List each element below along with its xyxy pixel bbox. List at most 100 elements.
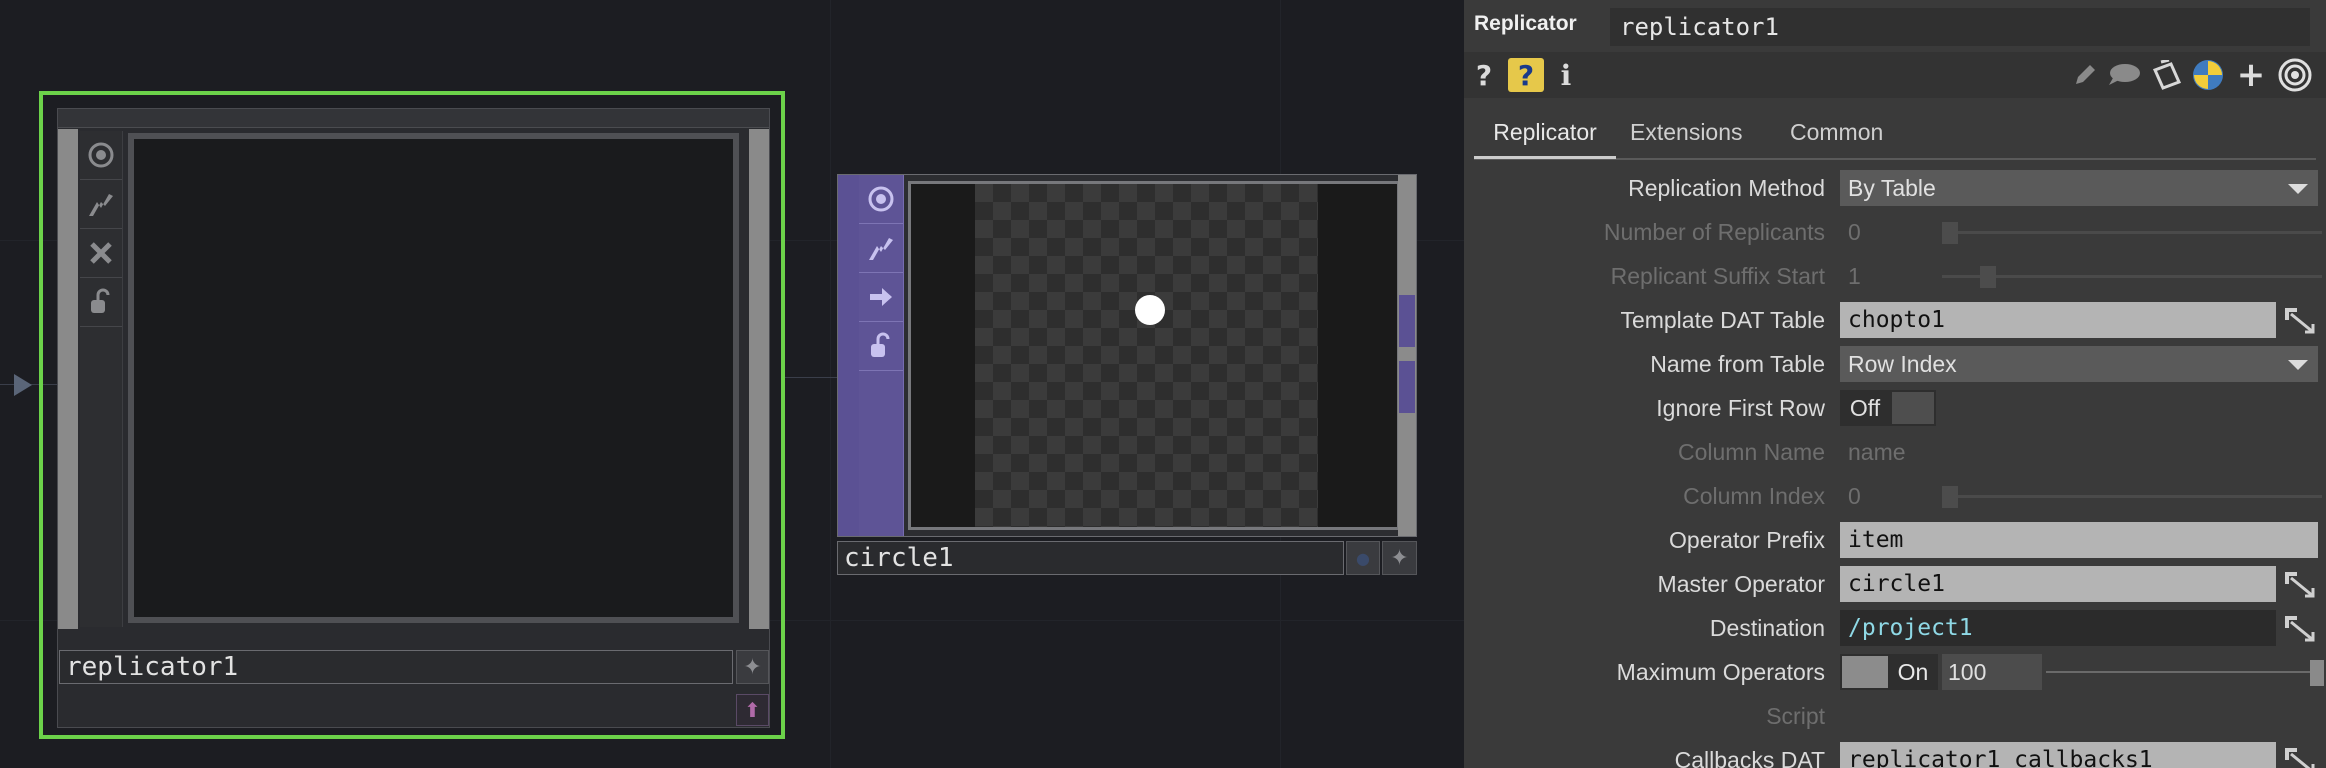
number-of-replicants-field[interactable]: 0 (1840, 214, 1861, 250)
viewer-icon[interactable] (859, 175, 903, 224)
param-master-operator: Master Operator circle1 (1464, 562, 2326, 606)
column-name-field[interactable]: name (1840, 434, 1906, 470)
grid-line (830, 0, 831, 768)
param-replication-method: Replication Method By Table (1464, 166, 2326, 210)
operator-picker-icon[interactable] (2280, 568, 2320, 602)
add-icon[interactable]: + (2236, 55, 2266, 95)
tab-common[interactable]: Common (1790, 112, 1883, 156)
python-icon[interactable] (2190, 58, 2226, 92)
param-label: Number of Replicants (1603, 219, 1825, 245)
param-name-from-table: Name from Table Row Index (1464, 342, 2326, 386)
dot-icon: ● (1356, 548, 1370, 568)
viewer-icon[interactable] (80, 131, 122, 180)
param-number-of-replicants: Number of Replicants 0 (1464, 210, 2326, 254)
transparency-checkerboard (975, 184, 1318, 527)
tab-extensions[interactable]: Extensions (1630, 112, 1743, 156)
info-icon[interactable]: i (1556, 58, 1576, 92)
node-input-bar[interactable] (58, 129, 78, 629)
param-template-dat-table: Template DAT Table chopto1 (1464, 298, 2326, 342)
operator-picker-icon[interactable] (2280, 744, 2320, 768)
param-script: Script (1464, 694, 2326, 738)
node-input-bar[interactable] (838, 175, 859, 536)
output-connector[interactable] (1399, 295, 1415, 347)
tab-replicator[interactable]: Replicator (1474, 112, 1616, 159)
replicator-node[interactable]: replicator1 ✦ ⬆ (57, 108, 770, 728)
viewer-target-icon[interactable] (2276, 58, 2314, 92)
input-arrow-icon[interactable] (14, 374, 32, 396)
ignore-first-row-toggle[interactable]: Off (1840, 390, 1936, 426)
help-icon[interactable]: ? (1472, 58, 1496, 92)
node-title-bar[interactable] (58, 109, 769, 128)
master-operator-field[interactable]: circle1 (1840, 566, 2276, 602)
suffix-start-field[interactable]: 1 (1840, 258, 1861, 294)
node-flag-column (80, 131, 123, 627)
python-help-icon[interactable]: ? (1508, 58, 1544, 92)
slider-thumb[interactable] (2310, 660, 2324, 686)
comment-icon[interactable] (2104, 58, 2144, 92)
param-label: Maximum Operators (1616, 659, 1825, 685)
slider-thumb[interactable] (1942, 222, 1958, 244)
slider-track[interactable] (1942, 495, 2322, 498)
param-label: Replication Method (1628, 175, 1825, 201)
operator-picker-icon[interactable] (2280, 612, 2320, 646)
chevron-down-icon (2288, 360, 2308, 370)
bypass-icon[interactable] (80, 229, 122, 278)
cook-icon[interactable] (80, 180, 122, 229)
slider-thumb[interactable] (1980, 266, 1996, 288)
circle-node[interactable] (837, 174, 1417, 537)
node-name-field[interactable]: circle1 (837, 541, 1344, 575)
param-label: Script (1766, 703, 1825, 729)
chevron-down-icon (2288, 184, 2308, 194)
edit-icon[interactable] (2068, 58, 2102, 92)
operator-prefix-field[interactable]: item (1840, 522, 2318, 558)
param-label: Operator Prefix (1669, 527, 1825, 553)
node-viewer[interactable] (908, 181, 1400, 530)
param-label: Template DAT Table (1620, 307, 1825, 333)
star-icon: ✦ (1390, 545, 1409, 571)
export-icon[interactable] (859, 273, 903, 322)
maximum-operators-toggle[interactable]: On (1840, 654, 1938, 690)
slider-track[interactable] (1942, 231, 2322, 234)
param-column-index: Column Index 0 (1464, 474, 2326, 518)
clone-icon[interactable] (2148, 58, 2186, 92)
param-operator-prefix: Operator Prefix item (1464, 518, 2326, 562)
node-pin-button[interactable]: ✦ (1382, 541, 1417, 575)
name-from-table-menu[interactable]: Row Index (1840, 346, 2318, 382)
param-destination: Destination /project1 (1464, 606, 2326, 650)
output-connector[interactable] (1399, 361, 1415, 413)
template-dat-field[interactable]: chopto1 (1840, 302, 2276, 338)
slider-track[interactable] (1942, 275, 2322, 278)
node-viewer[interactable] (128, 133, 739, 623)
cook-icon[interactable] (859, 224, 903, 273)
maximum-operators-value[interactable]: 100 (1942, 654, 2042, 690)
operator-name-field[interactable]: replicator1 (1610, 8, 2310, 46)
column-index-field[interactable]: 0 (1840, 478, 1861, 514)
node-output-bar[interactable] (1398, 175, 1416, 536)
node-pin-button[interactable]: ✦ (736, 650, 769, 684)
parameter-tabs: Replicator Extensions Common (1474, 112, 2316, 160)
replication-method-menu[interactable]: By Table (1840, 170, 2318, 206)
panel-toolbar: ? ? i + (1464, 52, 2326, 98)
destination-field[interactable]: /project1 (1840, 610, 2276, 646)
circle-preview (1135, 295, 1165, 325)
parameter-panel: Replicator replicator1 ? ? i + Replicato… (1464, 0, 2326, 768)
lock-icon[interactable] (80, 278, 122, 327)
node-output-bar[interactable] (749, 129, 769, 629)
node-publish-button[interactable]: ⬆ (736, 694, 769, 726)
param-maximum-operators: Maximum Operators On 100 (1464, 650, 2326, 694)
toggle-knob (1842, 656, 1888, 688)
node-viewer-toggle[interactable]: ● (1346, 541, 1380, 575)
lock-icon[interactable] (859, 322, 903, 371)
callbacks-dat-field[interactable]: replicator1_callbacks1 (1840, 742, 2276, 768)
toggle-label: Off (1849, 395, 1881, 421)
toggle-label: On (1897, 659, 1929, 685)
network-editor[interactable]: replicator1 ✦ ⬆ circle1 ● ✦ (0, 0, 1464, 768)
slider-track[interactable] (2046, 671, 2314, 673)
slider-thumb[interactable] (1942, 486, 1958, 508)
operator-picker-icon[interactable] (2280, 304, 2320, 338)
param-ignore-first-row: Ignore First Row Off (1464, 386, 2326, 430)
node-name-field[interactable]: replicator1 (59, 650, 733, 684)
param-label: Ignore First Row (1656, 395, 1825, 421)
param-label: Destination (1709, 615, 1825, 641)
param-label: Callbacks DAT (1674, 747, 1825, 768)
